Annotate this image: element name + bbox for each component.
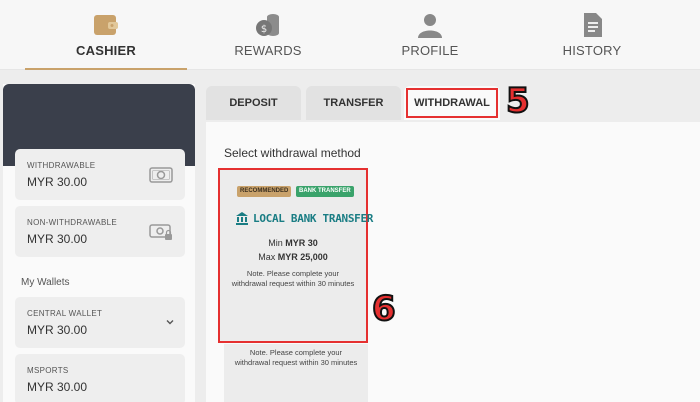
min-prefix: Min [268,238,283,248]
tab-deposit[interactable]: DEPOSIT [206,86,301,120]
my-wallets-heading: My Wallets [21,277,70,288]
page-title: Select withdrawal method [224,146,361,160]
nav-profile-label: PROFILE [401,43,459,58]
tab-deposit-label: DEPOSIT [229,97,278,109]
central-wallet-label: CENTRAL WALLET [27,309,103,318]
tab-withdrawal[interactable]: WITHDRAWAL [404,86,500,120]
central-wallet-value: MYR 30.00 [27,323,88,337]
max-value: MYR 25,000 [277,252,328,262]
max-prefix: Max [258,252,276,262]
user-icon [418,14,442,38]
method-card-secondary[interactable]: Note. Please complete your withdrawal re… [224,344,368,402]
msports-wallet-card[interactable]: MSPORTS MYR 30.00 [15,354,185,402]
non-withdrawable-card: NON-WITHDRAWABLE MYR 30.00 [15,206,185,257]
withdrawable-value: MYR 30.00 [27,175,88,189]
method-name: LOCAL BANK TRANSFER [253,212,374,225]
nav-profile[interactable]: PROFILE [349,0,511,70]
top-navigation: CASHIER $ REWARDS PROFILE HISTORY [0,0,700,70]
withdrawable-label: WITHDRAWABLE [27,161,96,170]
nav-history-label: HISTORY [562,43,622,58]
nav-rewards[interactable]: $ REWARDS [187,0,349,70]
withdrawable-card: WITHDRAWABLE MYR 30.00 [15,149,185,200]
tab-transfer-label: TRANSFER [323,97,384,109]
non-withdrawable-value: MYR 30.00 [27,232,88,246]
tab-transfer[interactable]: TRANSFER [306,86,401,120]
method-card-local-bank-transfer[interactable]: RECOMMENDED BANK TRANSFER LOCAL BANK TRA… [218,168,373,343]
nav-cashier[interactable]: CASHIER [25,0,187,70]
method-note: Note. Please complete your withdrawal re… [231,269,355,288]
central-wallet-card[interactable]: CENTRAL WALLET MYR 30.00 [15,297,185,348]
msports-label: MSPORTS [27,366,69,375]
step-marker-5: 5 [505,81,531,121]
tab-withdrawal-label: WITHDRAWAL [406,88,498,118]
coins-icon: $ [256,14,279,36]
max-limit: Max MYR 25,000 [220,252,366,262]
msports-value: MYR 30.00 [27,380,88,394]
step-marker-6: 6 [371,289,397,329]
bank-logo: LOCAL BANK TRANSFER [235,211,373,227]
bank-icon [236,212,248,225]
cash-icon [149,167,173,183]
svg-text:$: $ [261,24,267,35]
min-limit: Min MYR 30 [220,238,366,248]
wallet-icon [94,15,118,35]
secondary-note: Note. Please complete your withdrawal re… [234,348,358,367]
recommended-badge: RECOMMENDED [237,186,292,197]
nav-rewards-label: REWARDS [234,43,302,58]
nav-history[interactable]: HISTORY [511,0,673,70]
withdrawal-panel: Select withdrawal method RECOMMENDED BAN… [206,122,700,402]
document-icon [584,13,602,37]
min-value: MYR 30 [285,238,318,248]
bank-transfer-badge: BANK TRANSFER [296,186,354,197]
locked-cash-icon [149,224,172,240]
non-withdrawable-label: NON-WITHDRAWABLE [27,218,117,227]
nav-cashier-label: CASHIER [76,43,136,58]
chevron-down-icon[interactable] [165,317,175,327]
wallet-sidebar: WITHDRAWABLE MYR 30.00 NON-WITHDRAWABLE … [3,84,195,402]
